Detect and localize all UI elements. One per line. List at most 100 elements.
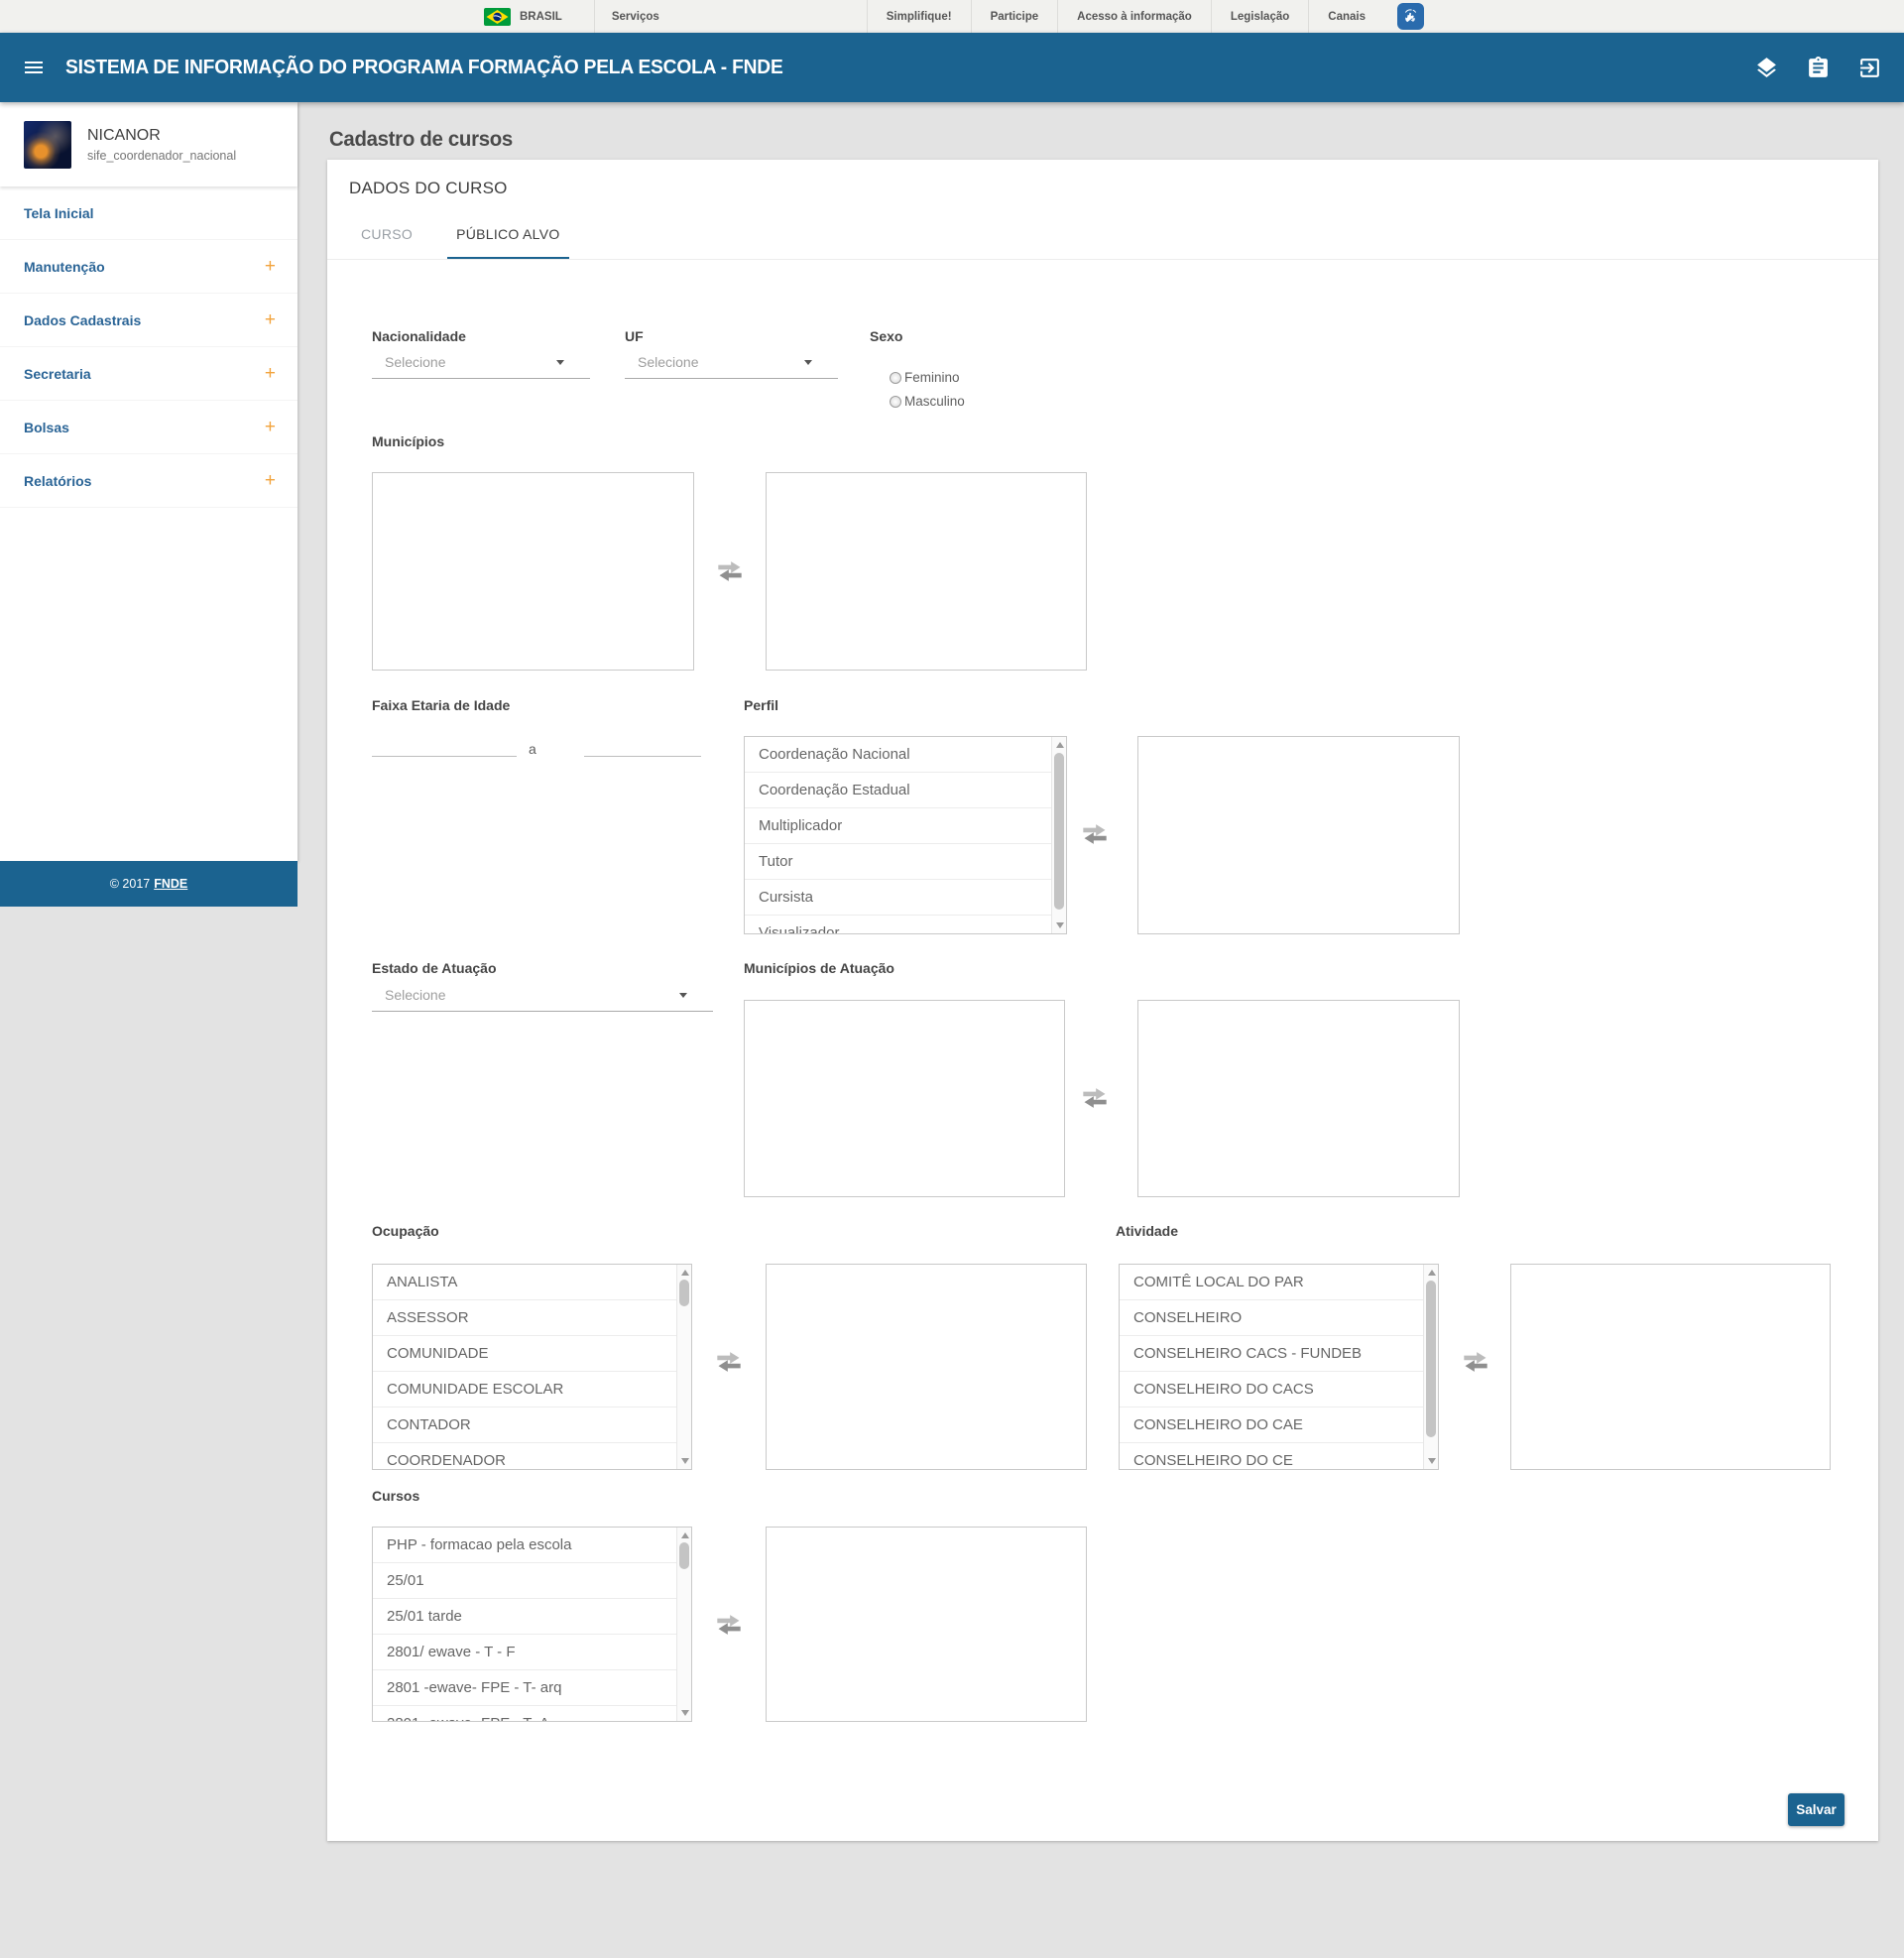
nacionalidade-select[interactable]: Selecione	[372, 350, 590, 379]
sidebar-item-relatorios[interactable]: Relatórios +	[0, 454, 298, 508]
list-item[interactable]: PHP - formacao pela escola	[373, 1528, 676, 1563]
scroll-up-icon	[681, 1270, 689, 1276]
radio-icon	[890, 396, 901, 408]
ocupacao-target-box[interactable]	[766, 1264, 1087, 1470]
uf-label: UF	[625, 328, 644, 344]
scrollbar[interactable]	[1051, 737, 1066, 933]
card-title: DADOS DO CURSO	[349, 179, 508, 198]
list-item[interactable]: Coordenação Nacional	[745, 737, 1051, 773]
user-role: sife_coordenador_nacional	[87, 149, 236, 163]
list-item[interactable]: CONSELHEIRO	[1120, 1300, 1423, 1336]
gov-link-canais[interactable]: Canais	[1308, 0, 1384, 33]
gov-link-simplifique[interactable]: Simplifique!	[867, 0, 971, 33]
perfil-source-list[interactable]: Coordenação NacionalCoordenação Estadual…	[744, 736, 1067, 934]
cursos-source-list[interactable]: PHP - formacao pela escola25/0125/01 tar…	[372, 1527, 692, 1722]
gov-link-participe[interactable]: Participe	[971, 0, 1058, 33]
list-item[interactable]: CONSELHEIRO CACS - FUNDEB	[1120, 1336, 1423, 1372]
sidebar-item-bolsas[interactable]: Bolsas +	[0, 401, 298, 454]
scrollbar[interactable]	[676, 1528, 691, 1721]
municipios-target-box[interactable]	[766, 472, 1087, 671]
avatar	[24, 121, 71, 169]
expand-plus-icon: +	[265, 256, 276, 278]
atividade-source-list[interactable]: COMITÊ LOCAL DO PARCONSELHEIROCONSELHEIR…	[1119, 1264, 1439, 1470]
atividade-target-box[interactable]	[1510, 1264, 1831, 1470]
scroll-up-icon	[1056, 742, 1064, 748]
sidebar-item-manutencao[interactable]: Manutenção +	[0, 240, 298, 294]
list-item[interactable]: 25/01	[373, 1563, 676, 1599]
layers-icon[interactable]	[1754, 56, 1779, 80]
list-item[interactable]: COMITÊ LOCAL DO PAR	[1120, 1265, 1423, 1300]
municipios-source-box[interactable]	[372, 472, 694, 671]
ocupacao-label: Ocupação	[372, 1223, 439, 1239]
cursos-target-box[interactable]	[766, 1527, 1087, 1722]
municipios-atuacao-target-box[interactable]	[1137, 1000, 1460, 1197]
list-item[interactable]: Cursista	[745, 880, 1051, 916]
faixa-etaria-ate-input[interactable]	[584, 735, 701, 757]
faixa-etaria-de-input[interactable]	[372, 735, 517, 757]
gov-link-acesso-informacao[interactable]: Acesso à informação	[1057, 0, 1211, 33]
list-item[interactable]: Multiplicador	[745, 808, 1051, 844]
page-title: Cadastro de cursos	[329, 128, 513, 152]
transfer-arrows-icon[interactable]	[715, 1348, 743, 1376]
list-item[interactable]: ANALISTA	[373, 1265, 676, 1300]
faixa-etaria-separator: a	[529, 741, 536, 757]
transfer-arrows-icon[interactable]	[1081, 820, 1109, 848]
list-item[interactable]: COORDENADOR	[373, 1443, 676, 1469]
logout-icon[interactable]	[1857, 56, 1882, 80]
list-item[interactable]: 25/01 tarde	[373, 1599, 676, 1635]
sidebar-item-tela-inicial[interactable]: Tela Inicial	[0, 186, 298, 240]
scrollbar[interactable]	[1423, 1265, 1438, 1469]
vlibras-accessibility-icon[interactable]	[1397, 3, 1424, 30]
chevron-down-icon	[804, 360, 812, 365]
list-item[interactable]: COMUNIDADE ESCOLAR	[373, 1372, 676, 1407]
scroll-down-icon	[1428, 1458, 1436, 1464]
cursos-label: Cursos	[372, 1488, 419, 1504]
gov-link-legislacao[interactable]: Legislação	[1211, 0, 1308, 33]
expand-plus-icon: +	[265, 470, 276, 492]
list-item[interactable]: Coordenação Estadual	[745, 773, 1051, 808]
transfer-arrows-icon[interactable]	[1462, 1348, 1489, 1376]
tab-curso[interactable]: CURSO	[352, 220, 421, 259]
scrollbar[interactable]	[676, 1265, 691, 1469]
list-item[interactable]: Visualizador	[745, 916, 1051, 933]
list-item[interactable]: 2801 -ewave- FPE - T- A	[373, 1706, 676, 1721]
copyright-text: © 2017	[110, 877, 151, 891]
menu-hamburger-icon[interactable]	[22, 56, 46, 79]
sidebar-item-dados-cadastrais[interactable]: Dados Cadastrais +	[0, 294, 298, 347]
list-item[interactable]: COMUNIDADE	[373, 1336, 676, 1372]
clipboard-icon[interactable]	[1806, 56, 1831, 80]
scroll-thumb	[1054, 753, 1064, 910]
app-title: SISTEMA DE INFORMAÇÃO DO PROGRAMA FORMAÇ…	[65, 57, 783, 79]
faixa-etaria-label: Faixa Etaria de Idade	[372, 697, 510, 713]
transfer-arrows-icon[interactable]	[1081, 1084, 1109, 1112]
gov-services-link[interactable]: Serviços	[612, 11, 659, 23]
list-item[interactable]: CONSELHEIRO DO CACS	[1120, 1372, 1423, 1407]
list-item[interactable]: ASSESSOR	[373, 1300, 676, 1336]
transfer-arrows-icon[interactable]	[716, 557, 744, 585]
radio-masculino[interactable]: Masculino	[890, 394, 965, 409]
uf-select[interactable]: Selecione	[625, 350, 838, 379]
list-item[interactable]: 2801/ ewave - T - F	[373, 1635, 676, 1670]
main-content: Cadastro de cursos DADOS DO CURSO CURSO …	[298, 102, 1904, 1958]
fnde-footer-link[interactable]: FNDE	[154, 877, 187, 891]
scroll-up-icon	[681, 1532, 689, 1538]
scroll-thumb	[679, 1280, 689, 1306]
list-item[interactable]: CONTADOR	[373, 1407, 676, 1443]
list-item[interactable]: CONSELHEIRO DO CE	[1120, 1443, 1423, 1469]
gov-brand-link[interactable]: BRASIL	[520, 11, 562, 23]
save-button[interactable]: Salvar	[1788, 1793, 1844, 1826]
list-item[interactable]: Tutor	[745, 844, 1051, 880]
perfil-target-box[interactable]	[1137, 736, 1460, 934]
scroll-thumb	[1426, 1281, 1436, 1437]
tab-publico-alvo[interactable]: PÚBLICO ALVO	[447, 220, 569, 259]
estado-atuacao-select[interactable]: Selecione	[372, 983, 713, 1012]
radio-feminino[interactable]: Feminino	[890, 370, 960, 385]
municipios-atuacao-source-box[interactable]	[744, 1000, 1065, 1197]
list-item[interactable]: 2801 -ewave- FPE - T- arq	[373, 1670, 676, 1706]
transfer-arrows-icon[interactable]	[715, 1611, 743, 1639]
atividade-label: Atividade	[1116, 1223, 1178, 1239]
ocupacao-source-list[interactable]: ANALISTAASSESSORCOMUNIDADECOMUNIDADE ESC…	[372, 1264, 692, 1470]
scroll-down-icon	[1056, 922, 1064, 928]
list-item[interactable]: CONSELHEIRO DO CAE	[1120, 1407, 1423, 1443]
sidebar-item-secretaria[interactable]: Secretaria +	[0, 347, 298, 401]
